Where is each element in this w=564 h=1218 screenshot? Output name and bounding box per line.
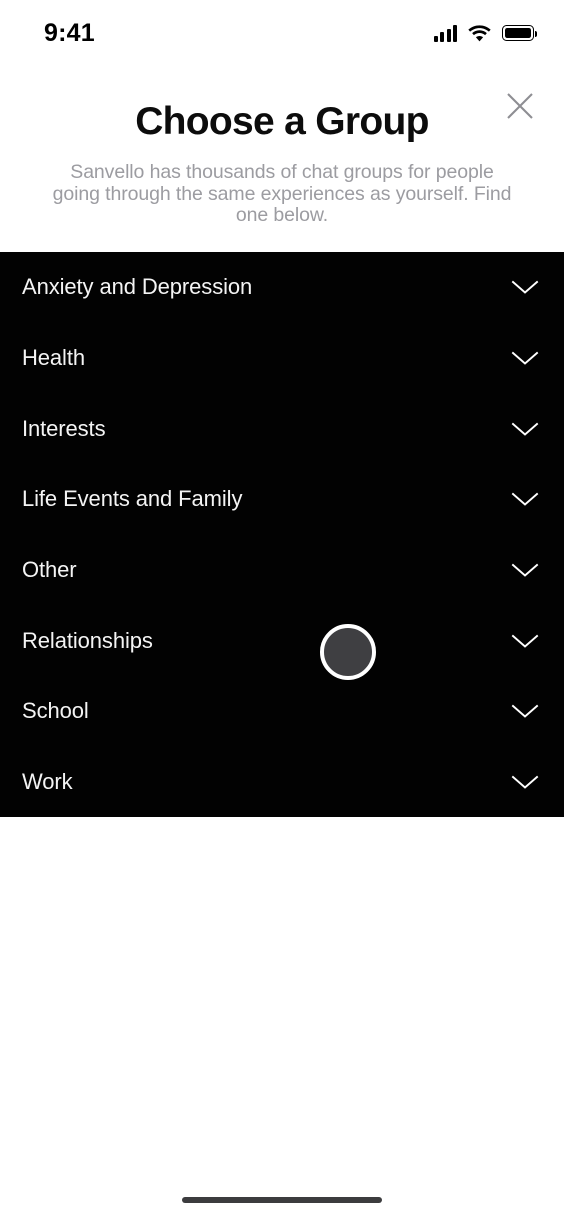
chevron-down-icon[interactable] — [503, 689, 547, 733]
home-indicator[interactable] — [182, 1197, 382, 1203]
chevron-down-icon[interactable] — [503, 760, 547, 804]
status-bar-icons — [433, 21, 538, 42]
group-category-row[interactable]: Anxiety and Depression — [0, 252, 564, 323]
chevron-down-icon[interactable] — [503, 407, 547, 451]
page-subtitle: Sanvello has thousands of chat groups fo… — [52, 161, 512, 226]
group-category-label: Relationships — [22, 627, 153, 653]
chevron-down-icon[interactable] — [503, 265, 547, 309]
group-category-row[interactable]: Other — [0, 535, 564, 606]
group-category-row[interactable]: Life Events and Family — [0, 464, 564, 535]
group-category-row[interactable]: School — [0, 676, 564, 747]
group-category-label: Interests — [22, 415, 106, 441]
header: Choose a Group Sanvello has thousands of… — [0, 62, 564, 252]
group-category-row[interactable]: Health — [0, 323, 564, 394]
group-category-row[interactable]: Interests — [0, 393, 564, 464]
cellular-signal-icon — [433, 24, 457, 42]
phone-screen: 9:41 Choose a Group Sanvello has thousan… — [0, 0, 564, 1218]
chevron-down-icon[interactable] — [503, 336, 547, 380]
chevron-down-icon[interactable] — [503, 548, 547, 592]
close-icon — [505, 91, 535, 121]
tap-indicator — [320, 624, 376, 680]
bottom-area — [0, 817, 564, 1218]
group-category-label: School — [22, 698, 89, 724]
status-bar-time: 9:41 — [44, 18, 95, 47]
status-bar: 9:41 — [0, 0, 564, 62]
group-category-row[interactable]: Work — [0, 746, 564, 817]
close-button[interactable] — [498, 84, 542, 128]
group-category-row[interactable]: Relationships — [0, 605, 564, 676]
group-category-label: Life Events and Family — [22, 486, 243, 512]
chevron-down-icon[interactable] — [503, 477, 547, 521]
group-category-label: Other — [22, 556, 77, 582]
chevron-down-icon[interactable] — [503, 619, 547, 663]
group-category-label: Health — [22, 344, 85, 370]
group-category-label: Work — [22, 768, 73, 794]
wifi-icon — [468, 24, 491, 42]
battery-full-icon — [502, 25, 538, 41]
group-category-list: Anxiety and Depression Health Interests … — [0, 252, 564, 817]
page-title: Choose a Group — [135, 100, 429, 143]
group-category-label: Anxiety and Depression — [22, 274, 253, 300]
